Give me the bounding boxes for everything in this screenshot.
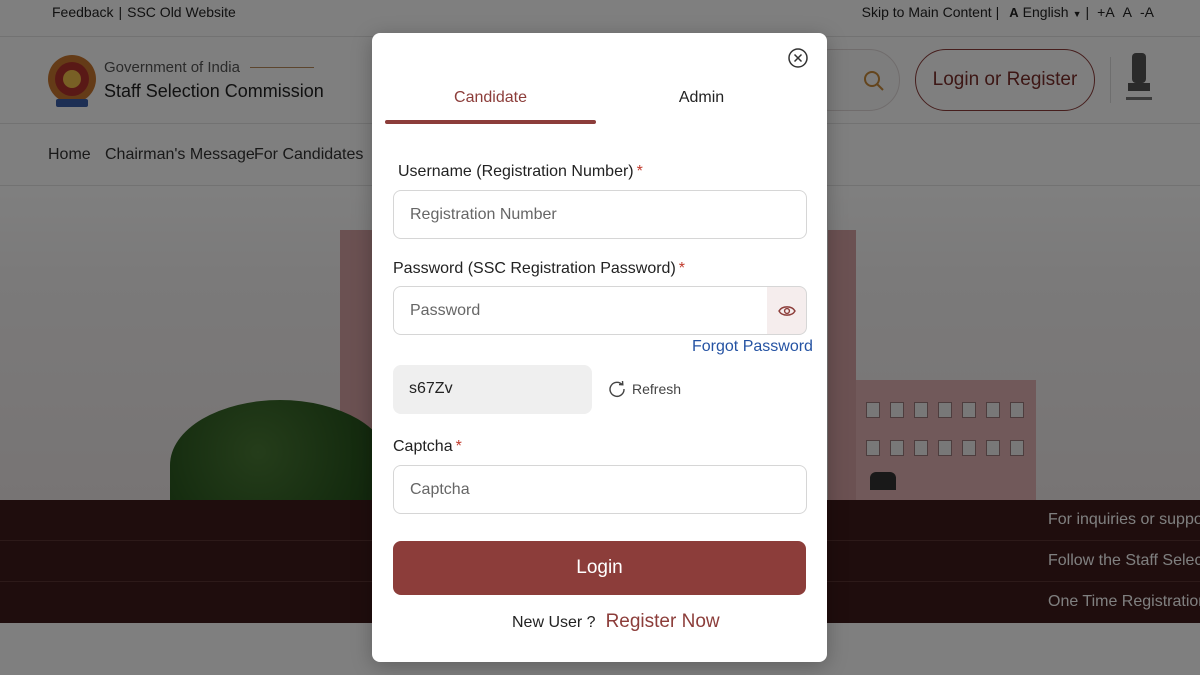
- login-modal: Candidate Admin Username (Registration N…: [372, 33, 827, 662]
- refresh-icon: [609, 380, 625, 398]
- password-input[interactable]: [393, 286, 769, 335]
- required-mark: *: [455, 438, 462, 455]
- tab-candidate[interactable]: Candidate: [385, 89, 596, 107]
- login-button[interactable]: Login: [393, 541, 806, 595]
- new-user-prompt: New User ? Register Now: [512, 611, 720, 633]
- forgot-password-link[interactable]: Forgot Password: [692, 338, 813, 356]
- close-icon[interactable]: [787, 47, 809, 69]
- eye-icon: [777, 305, 796, 316]
- username-label-text: Username (Registration Number): [398, 163, 634, 180]
- password-label-text: Password (SSC Registration Password): [393, 260, 676, 277]
- toggle-password-visibility-button[interactable]: [767, 286, 807, 335]
- captcha-image: s67Zv: [393, 365, 592, 414]
- active-tab-indicator: [385, 120, 596, 124]
- refresh-captcha-button[interactable]: Refresh: [608, 380, 681, 398]
- username-label: Username (Registration Number) *: [398, 163, 643, 181]
- tab-admin[interactable]: Admin: [596, 89, 807, 107]
- required-mark: *: [636, 163, 643, 180]
- username-input[interactable]: [393, 190, 807, 239]
- login-tabs: Candidate Admin: [385, 83, 807, 126]
- new-user-label: New User ?: [512, 614, 596, 631]
- captcha-label-text: Captcha: [393, 438, 453, 455]
- password-label: Password (SSC Registration Password) *: [393, 260, 685, 278]
- captcha-input[interactable]: [393, 465, 807, 514]
- refresh-label: Refresh: [632, 381, 682, 397]
- required-mark: *: [678, 260, 685, 277]
- captcha-label: Captcha *: [393, 438, 462, 456]
- register-now-link[interactable]: Register Now: [606, 611, 720, 633]
